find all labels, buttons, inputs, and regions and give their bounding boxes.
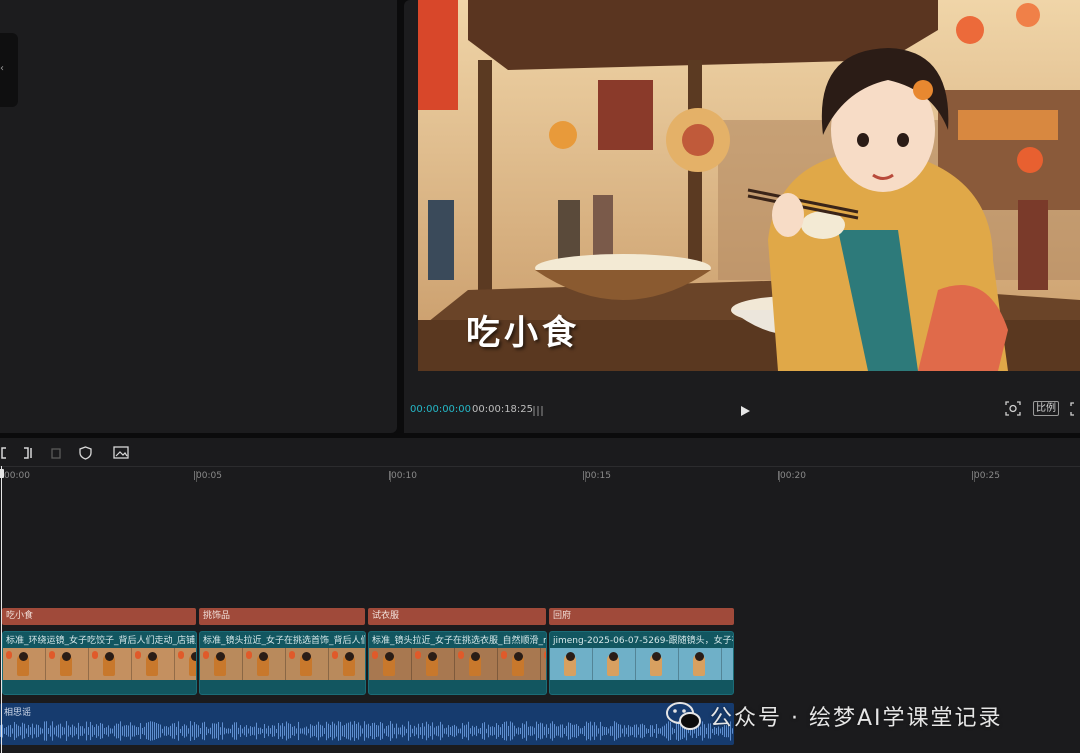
list-icon[interactable] <box>532 402 544 421</box>
video-clip[interactable]: 标准_镜头拉近_女子在挑选首饰_背后人们 <box>199 631 366 695</box>
ruler-label: |00:10 <box>388 471 417 481</box>
media-panel: ‹ <box>0 0 397 433</box>
ruler-tick-mark <box>974 471 975 482</box>
split-left-icon[interactable] <box>0 445 8 464</box>
clip-name: 标准_镜头拉近_女子在挑选首饰_背后人们 <box>203 636 366 646</box>
clip-thumbnails <box>200 648 365 680</box>
watermark: 公众号 · 绘梦AI学课堂记录 <box>660 694 1080 753</box>
ruler-label: |00:20 <box>777 471 806 481</box>
panel-collapse-tab[interactable]: ‹ <box>0 33 18 107</box>
playhead[interactable] <box>1 466 2 753</box>
ruler-tick-mark <box>779 471 781 482</box>
ruler-label: 00:00 <box>4 471 30 481</box>
image-edit-icon[interactable] <box>113 445 129 464</box>
audio-clip-name: 相思谣 <box>4 708 32 718</box>
label-clip[interactable]: 吃小食 <box>2 608 196 625</box>
playhead-handle[interactable] <box>0 469 4 478</box>
audio-waveform <box>0 721 733 741</box>
ruler-tick-mark <box>390 471 392 482</box>
wechat-icon <box>666 702 701 730</box>
clip-name: 标准_环绕运镜_女子吃饺子_背后人们走动_店铺里 <box>6 636 197 646</box>
video-track: 标准_环绕运镜_女子吃饺子_背后人们走动_店铺里 标准_镜头拉近_女子在挑选首饰… <box>0 631 740 697</box>
video-caption-overlay: 吃小食 <box>466 313 580 353</box>
time-ruler[interactable]: 00:00 |00:05 |00:10 |00:15 |00:20 |00:25 <box>0 466 1080 489</box>
ruler-label: |00:15 <box>582 471 611 481</box>
clip-thumbnails <box>369 648 546 680</box>
ruler-label: |00:25 <box>971 471 1000 481</box>
fit-screen-icon[interactable] <box>1005 401 1021 420</box>
fullscreen-icon[interactable] <box>1070 401 1080 420</box>
player-controls: 00:00:00:00 00:00:18:25 比例 <box>404 371 1080 433</box>
aspect-ratio-button[interactable]: 比例 <box>1033 401 1059 416</box>
watermark-text: 公众号 · 绘梦AI学课堂记录 <box>710 706 1003 731</box>
preview-player: 吃小食 00:00:00:00 00:00:18:25 比例 <box>404 0 1080 433</box>
clip-name: 标准_镜头拉近_女子在挑选衣服_自然顺滑_m <box>372 636 547 646</box>
label-track: 吃小食 挑饰品 试衣服 回府 <box>0 608 740 626</box>
ruler-label: |00:05 <box>193 471 222 481</box>
total-timecode: 00:00:18:25 <box>472 404 534 415</box>
label-clip[interactable]: 挑饰品 <box>199 608 365 625</box>
audio-clip[interactable]: 相思谣 <box>0 703 734 745</box>
delete-icon[interactable] <box>50 445 62 464</box>
label-clip[interactable]: 回府 <box>549 608 734 625</box>
ruler-tick-mark <box>584 471 586 482</box>
video-clip[interactable]: 标准_环绕运镜_女子吃饺子_背后人们走动_店铺里 <box>2 631 197 695</box>
shield-icon[interactable] <box>79 445 92 464</box>
current-timecode: 00:00:00:00 <box>410 404 472 415</box>
video-preview-frame: 吃小食 <box>418 0 1080 371</box>
clip-name: jimeng-2025-06-07-5269-跟随镜头，女子在 <box>553 636 734 646</box>
video-clip[interactable]: jimeng-2025-06-07-5269-跟随镜头，女子在 <box>549 631 734 695</box>
video-clip[interactable]: 标准_镜头拉近_女子在挑选衣服_自然顺滑_m <box>368 631 547 695</box>
play-button[interactable] <box>739 402 751 421</box>
timeline-toolbar <box>0 438 1080 466</box>
split-right-icon[interactable] <box>22 445 34 464</box>
clip-thumbnails <box>550 648 733 680</box>
ruler-tick-mark <box>195 471 197 482</box>
clip-thumbnails <box>3 648 196 680</box>
chevron-left-icon: ‹ <box>0 63 4 74</box>
label-clip[interactable]: 试衣服 <box>368 608 546 625</box>
